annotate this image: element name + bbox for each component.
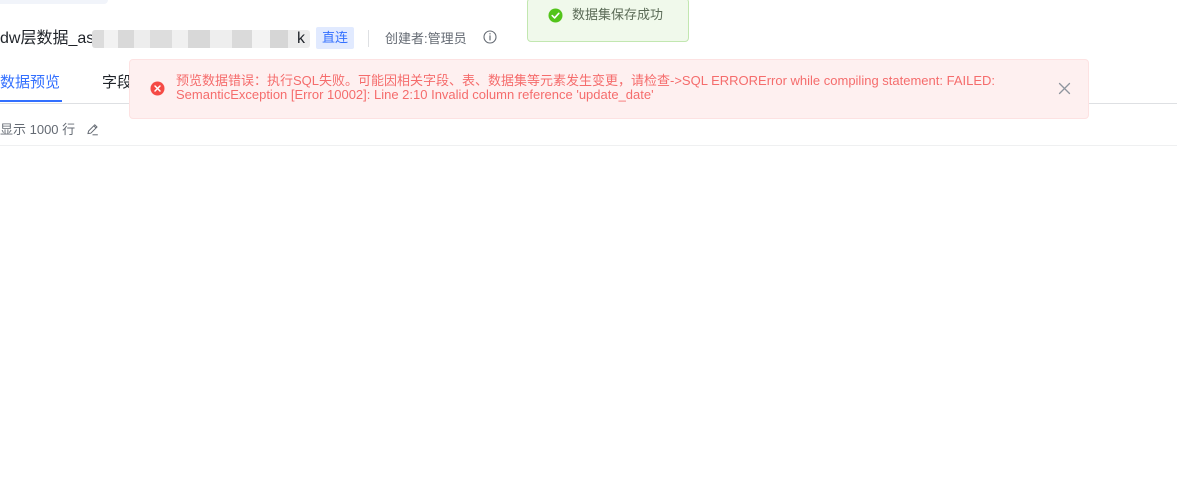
dataset-title: dw层数据_as [0, 30, 95, 47]
toolbar-divider [0, 145, 1177, 146]
rows-count-label: 显示 1000 行 [0, 122, 76, 137]
creator-label: 创建者:管理员 [385, 31, 467, 46]
title-redacted-region [92, 30, 310, 48]
tab-data-preview[interactable]: 数据预览 [0, 72, 60, 94]
edit-pencil-icon[interactable] [86, 123, 99, 136]
error-message: 预览数据错误：执行SQL失败。可能因相关字段、表、数据集等元素发生变更，请检查-… [176, 73, 996, 102]
connection-mode-badge: 直连 [316, 27, 355, 49]
top-tab-remnant [0, 0, 108, 4]
tab-fields[interactable]: 字段 [102, 72, 132, 94]
close-icon[interactable] [1058, 82, 1071, 95]
active-tab-indicator [0, 100, 62, 102]
close-circle-icon [150, 81, 165, 96]
info-circle-icon[interactable] [483, 30, 497, 44]
toast-message: 数据集保存成功 [572, 7, 664, 22]
dataset-title-tail: k [297, 30, 305, 47]
check-circle-icon [548, 8, 563, 23]
header-divider [368, 30, 369, 47]
